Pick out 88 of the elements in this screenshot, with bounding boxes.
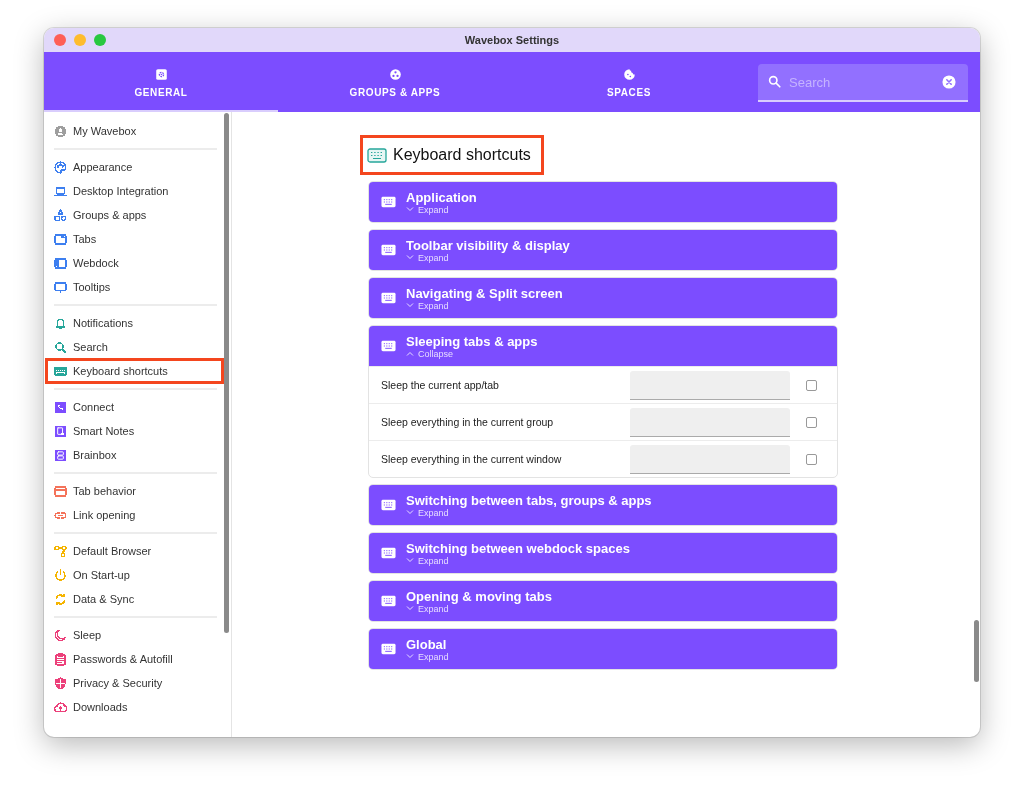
- toggle-link[interactable]: Expand: [406, 300, 449, 311]
- section-title: Application: [406, 189, 477, 205]
- keyboard-icon: [381, 595, 396, 607]
- keyboard-icon: [367, 147, 387, 163]
- keyboard-icon: [381, 643, 396, 655]
- shortcut-label: Sleep everything in the current window: [381, 453, 563, 465]
- section-header[interactable]: Navigating & Split screen Expand: [369, 278, 837, 318]
- chevron-down-icon: [406, 654, 414, 659]
- window-title: Wavebox Settings: [464, 34, 560, 46]
- clear-icon[interactable]: [942, 75, 956, 89]
- page-title: Keyboard shortcuts: [393, 146, 531, 164]
- sidebar-item[interactable]: Tab behavior: [54, 479, 217, 503]
- sidebar-item[interactable]: Search: [54, 335, 217, 359]
- shortcut-field[interactable]: [630, 370, 790, 400]
- sidebar-item[interactable]: Groups & apps: [54, 203, 217, 227]
- sidebar-item[interactable]: Appearance: [54, 155, 217, 179]
- shortcut-field[interactable]: [630, 444, 790, 474]
- sidebar-item[interactable]: Connect: [54, 395, 217, 419]
- sidebar-item[interactable]: Link opening: [54, 503, 217, 527]
- section-header[interactable]: Opening & moving tabs Expand: [369, 581, 837, 621]
- toggle-link[interactable]: Expand: [406, 204, 449, 215]
- sidebar-item[interactable]: Tooltips: [54, 275, 217, 299]
- checkbox[interactable]: [806, 379, 817, 391]
- section-title: Toolbar visibility & display: [406, 237, 570, 253]
- chevron-down-icon: [406, 207, 414, 212]
- checkbox[interactable]: [806, 453, 817, 465]
- scrollbar-thumb[interactable]: [974, 620, 979, 682]
- sidebar-item[interactable]: My Wavebox: [54, 119, 217, 143]
- scrollbar-thumb[interactable]: [224, 113, 229, 633]
- section-title: Switching between tabs, groups & apps: [406, 492, 652, 508]
- sidebar-item[interactable]: Sleep: [54, 623, 217, 647]
- section-header[interactable]: Global Expand: [369, 629, 837, 669]
- sidebar-item[interactable]: Passwords & Autofill: [54, 647, 217, 671]
- toggle-link[interactable]: Expand: [406, 603, 449, 614]
- cookie-icon: [622, 67, 636, 81]
- shortcut-label: Sleep the current app/tab: [381, 379, 500, 391]
- search-icon: [768, 75, 781, 88]
- keyboard-icon: [381, 196, 396, 208]
- toggle-link[interactable]: Expand: [406, 555, 449, 566]
- chevron-up-icon: [406, 351, 414, 356]
- sidebar-item[interactable]: Tabs: [54, 227, 217, 251]
- tab[interactable]: SPACES: [512, 52, 746, 112]
- sidebar-item[interactable]: Data & Sync: [54, 587, 217, 611]
- search-field[interactable]: Search: [758, 64, 968, 102]
- sidebar-item[interactable]: Notifications: [54, 311, 217, 335]
- section-title: Sleeping tabs & apps: [406, 333, 538, 349]
- section-title: Switching between webdock spaces: [406, 540, 630, 556]
- sidebar-item[interactable]: On Start-up: [54, 563, 217, 587]
- chevron-down-icon: [406, 303, 414, 308]
- sidebar-item[interactable]: Default Browser: [54, 539, 217, 563]
- sidebar-item[interactable]: Smart Notes: [54, 419, 217, 443]
- keyboard-icon: [381, 340, 396, 352]
- keyboard-icon: [381, 547, 396, 559]
- keyboard-icon: [381, 499, 396, 511]
- sidebar-item[interactable]: Downloads: [54, 695, 217, 719]
- checkbox[interactable]: [806, 416, 817, 428]
- sidebar-item[interactable]: Brainbox: [54, 443, 217, 467]
- zoom-button[interactable]: [94, 34, 106, 46]
- toggle-link[interactable]: Expand: [406, 252, 449, 263]
- tab[interactable]: GROUPS & APPS: [278, 52, 512, 112]
- sidebar-item[interactable]: Webdock: [54, 251, 217, 275]
- chevron-down-icon: [406, 510, 414, 515]
- section-title: Global: [406, 636, 448, 652]
- toggle-link[interactable]: Collapse: [406, 348, 454, 359]
- close-button[interactable]: [54, 34, 66, 46]
- keyboard-icon: [381, 244, 396, 256]
- gear-icon: [154, 67, 168, 81]
- toggle-link[interactable]: Expand: [406, 507, 449, 518]
- shortcut-label: Sleep everything in the current group: [381, 416, 555, 428]
- section-header[interactable]: Toolbar visibility & display Expand: [369, 230, 837, 270]
- minimize-button[interactable]: [74, 34, 86, 46]
- chevron-down-icon: [406, 255, 414, 260]
- shortcut-field[interactable]: [630, 407, 790, 437]
- section-header[interactable]: Sleeping tabs & apps Collapse: [369, 326, 837, 366]
- section-header[interactable]: Application Expand: [369, 182, 837, 222]
- chevron-down-icon: [406, 558, 414, 563]
- chevron-down-icon: [406, 606, 414, 611]
- section-header[interactable]: Switching between webdock spaces Expand: [369, 533, 837, 573]
- section-header[interactable]: Switching between tabs, groups & apps Expand: [369, 485, 837, 525]
- section-title: Navigating & Split screen: [406, 285, 563, 301]
- keyboard-icon: [381, 292, 396, 304]
- sidebar-item[interactable]: Privacy & Security: [54, 671, 217, 695]
- dots-circle-icon: [388, 67, 402, 81]
- toggle-link[interactable]: Expand: [406, 651, 449, 662]
- sidebar-item[interactable]: Desktop Integration: [54, 179, 217, 203]
- sidebar-item[interactable]: Keyboard shortcuts: [46, 359, 223, 383]
- section-title: Opening & moving tabs: [406, 588, 552, 604]
- tab[interactable]: GENERAL: [44, 52, 278, 112]
